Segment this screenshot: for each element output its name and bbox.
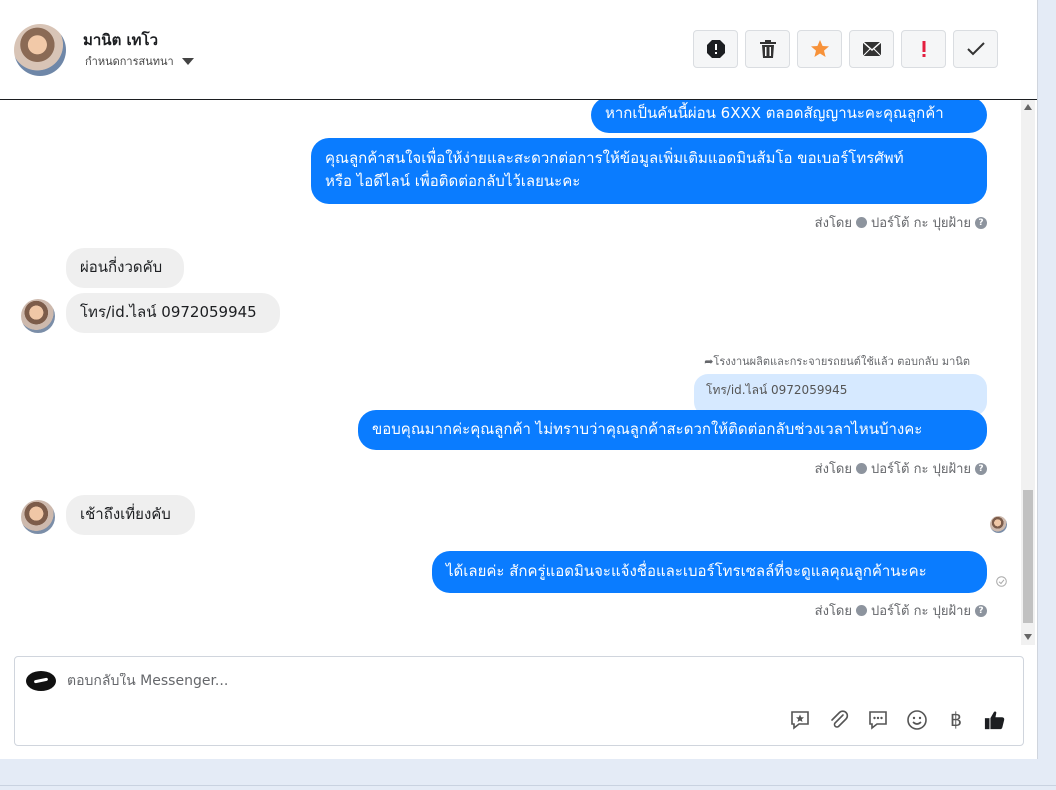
assign-conversation-dropdown[interactable]: กำหนดการสนทนา [85,52,194,70]
verified-icon [856,463,867,474]
sent-by-info: ส่งโดย ปอร์โต้ กะ ปุยฝ้าย ? [815,458,987,479]
check-icon [966,42,985,56]
message-text: ได้เลยค่ะ สักครู่แอดมินจะแจ้งชื่อและเบอร… [446,562,927,580]
caret-down-icon [181,57,194,65]
help-icon[interactable]: ? [975,604,987,617]
contact-avatar-small[interactable] [21,500,55,534]
verified-icon [856,605,867,616]
sent-by-label: ส่งโดย [814,216,852,231]
message-text-line: หรือ ไอดีไลน์ เพื่อติดต่อกลับไว้เลยนะคะ [325,172,581,190]
incoming-message[interactable]: โทร/id.ไลน์ 0972059945 [66,293,280,333]
outgoing-message[interactable]: ขอบคุณมากค่ะคุณลูกค้า ไม่ทราบว่าคุณลูกค้… [358,410,987,450]
attach-button[interactable] [828,709,850,731]
composer-toolbar: ฿ [789,709,1006,731]
header-toolbar [693,30,998,68]
star-icon [810,40,829,57]
quoted-text: โทร/id.ไลน์ 0972059945 [706,383,848,397]
baht-icon: ฿ [949,709,963,731]
saved-reply-button[interactable] [789,709,811,731]
reply-note: ➦โรงงานผลิตและกระจายรถยนต์ใช้แล้ว ตอบกลั… [704,352,970,370]
reply-composer: ฿ [14,656,1024,746]
attachment-icon [831,710,849,728]
message-text: โทร/id.ไลน์ 0972059945 [80,303,257,321]
outgoing-message[interactable]: ได้เลยค่ะ สักครู่แอดมินจะแจ้งชื่อและเบอร… [432,551,987,593]
sender-name: ปอร์โต้ กะ ปุยฝ้าย [871,604,971,619]
conversation-panel: มานิต เทโว กำหนดการสนทนา หากเป็นคันนี้ผ่… [0,0,1038,759]
message-text: หากเป็นคันนี้ผ่อน 6XXX ตลอดสัญญานะคะคุณล… [605,104,944,122]
reply-note-text: โรงงานผลิตและกระจายรถยนต์ใช้แล้ว ตอบกลับ… [713,355,970,368]
message-text: ขอบคุณมากค่ะคุณลูกค้า ไม่ทราบว่าคุณลูกค้… [372,420,923,438]
conversation-header: มานิต เทโว กำหนดการสนทนา [0,0,1037,100]
message-text: ผ่อนกี่งวดคับ [80,258,163,276]
message-text-line: คุณลูกค้าสนใจเพื่อให้ง่ายและสะดวกต่อการใ… [325,149,904,167]
mail-icon [862,41,881,57]
help-icon[interactable]: ? [975,216,987,229]
star-button[interactable] [797,30,842,68]
emoji-icon [907,710,927,730]
page-bottom-divider [0,785,1056,786]
scroll-thumb[interactable] [1023,490,1033,623]
like-icon [984,711,1005,730]
sent-by-info: ส่งโดย ปอร์โต้ กะ ปุยฝ้าย ? [815,212,987,233]
follow-up-button[interactable] [901,30,946,68]
assign-label: กำหนดการสนทนา [85,55,174,68]
thread-scrollbar[interactable] [1021,100,1035,645]
help-icon[interactable]: ? [975,462,987,475]
comment-icon [869,711,887,730]
contact-avatar[interactable] [14,24,66,76]
sender-name: ปอร์โต้ กะ ปุยฝ้าย [871,462,971,477]
delete-button[interactable] [745,30,790,68]
mark-done-button[interactable] [953,30,998,68]
exclamation-icon [922,41,925,57]
payment-button[interactable]: ฿ [945,709,967,731]
report-button[interactable] [693,30,738,68]
sent-by-label: ส่งโดย [814,462,852,477]
seen-avatar [990,516,1007,533]
sent-by-info: ส่งโดย ปอร์โต้ กะ ปุยฝ้าย ? [815,600,987,621]
incoming-message[interactable]: เช้าถึงเที่ยงคับ [66,495,195,535]
mark-unread-button[interactable] [849,30,894,68]
message-thread: หากเป็นคันนี้ผ่อน 6XXX ตลอดสัญญานะคะคุณล… [0,100,1020,645]
report-icon [706,40,725,58]
emoji-button[interactable] [906,709,928,731]
delivered-icon [996,576,1007,587]
page-logo [26,671,56,691]
scroll-down-arrow-icon[interactable] [1024,634,1032,640]
contact-name[interactable]: มานิต เทโว [83,28,158,52]
comment-button[interactable] [867,709,889,731]
sender-name: ปอร์โต้ กะ ปุยฝ้าย [871,216,971,231]
outgoing-message[interactable]: คุณลูกค้าสนใจเพื่อให้ง่ายและสะดวกต่อการใ… [311,138,987,204]
verified-icon [856,217,867,228]
sent-by-label: ส่งโดย [814,604,852,619]
scroll-up-arrow-icon[interactable] [1024,104,1032,110]
like-button[interactable] [984,709,1006,731]
outgoing-message[interactable]: หากเป็นคันนี้ผ่อน 6XXX ตลอดสัญญานะคะคุณล… [591,100,987,133]
trash-icon [759,40,776,58]
message-text: เช้าถึงเที่ยงคับ [80,505,171,523]
reply-input[interactable] [67,673,767,689]
incoming-message[interactable]: ผ่อนกี่งวดคับ [66,248,184,288]
contact-avatar-small[interactable] [21,299,55,333]
saved-reply-icon [791,711,809,730]
